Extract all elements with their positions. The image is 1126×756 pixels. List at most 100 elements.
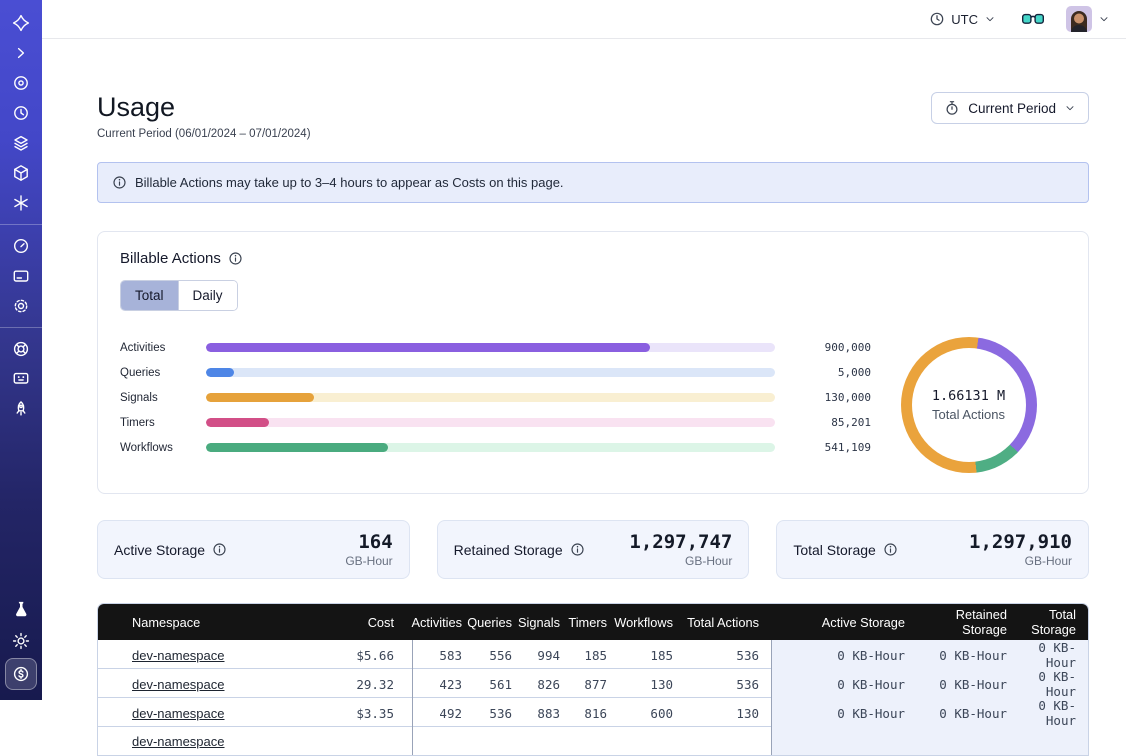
sidebar-divider bbox=[0, 224, 42, 225]
table-row: dev-namespace$3.354925368838166001300 KB… bbox=[98, 698, 1088, 727]
info-icon[interactable] bbox=[212, 542, 227, 557]
sidebar-item-gear[interactable] bbox=[6, 291, 36, 321]
glasses-icon[interactable] bbox=[1022, 13, 1044, 26]
sidebar-item-cube[interactable] bbox=[6, 158, 36, 188]
temporal-logo-icon bbox=[12, 14, 30, 32]
table-cell-total_storage: 0 KB-Hour bbox=[1019, 698, 1088, 728]
storage-card-unit: GB-Hour bbox=[969, 554, 1072, 568]
bar-label: Signals bbox=[120, 392, 194, 404]
chevron-down-icon bbox=[1098, 13, 1110, 25]
sidebar-item-dollar-coin[interactable] bbox=[5, 658, 37, 690]
period-select-button[interactable]: Current Period bbox=[931, 92, 1089, 124]
sidebar-item-temporal-logo[interactable] bbox=[6, 8, 36, 38]
sidebar-item-layers[interactable] bbox=[6, 128, 36, 158]
info-banner-text: Billable Actions may take up to 3–4 hour… bbox=[135, 175, 564, 190]
table-cell-total_actions: 536 bbox=[685, 669, 771, 699]
bar-row-workflows: Workflows541,109 bbox=[120, 435, 871, 460]
bar-row-activities: Activities900,000 bbox=[120, 335, 871, 360]
bar-fill bbox=[206, 343, 650, 352]
sidebar-item-namespaces-spiral[interactable] bbox=[6, 68, 36, 98]
table-cell-queries bbox=[474, 727, 524, 755]
storage-card-unit: GB-Hour bbox=[345, 554, 392, 568]
table-cell-signals: 826 bbox=[524, 669, 572, 699]
tab-daily[interactable]: Daily bbox=[178, 281, 237, 310]
storage-summary-row: Active Storage164GB-HourRetained Storage… bbox=[97, 520, 1089, 579]
sidebar-item-expand-chevron[interactable] bbox=[6, 38, 36, 68]
bar-fill bbox=[206, 393, 314, 402]
chevron-down-icon bbox=[1064, 102, 1076, 114]
layers-icon bbox=[12, 134, 30, 152]
account-menu[interactable] bbox=[1066, 6, 1110, 32]
table-cell-cost: $5.66 bbox=[316, 640, 412, 670]
sidebar-group bbox=[0, 231, 42, 321]
namespaces-spiral-icon bbox=[12, 74, 30, 92]
table-cell-total_actions: 130 bbox=[685, 698, 771, 728]
table-cell-active_storage bbox=[771, 727, 917, 755]
sidebar-item-asterisk[interactable] bbox=[6, 188, 36, 218]
page-title: Usage bbox=[97, 91, 311, 123]
column-header-namespace: Namespace bbox=[98, 604, 316, 640]
bar-value: 541,109 bbox=[787, 441, 871, 454]
column-header-active_storage: Active Storage bbox=[771, 604, 917, 640]
clock-icon bbox=[929, 11, 945, 27]
sidebar-item-rocket[interactable] bbox=[6, 394, 36, 424]
storage-card-label: Total Storage bbox=[793, 542, 876, 558]
column-header-retained_storage: Retained Storage bbox=[917, 604, 1019, 640]
sidebar-group bbox=[0, 8, 42, 218]
bar-value: 5,000 bbox=[787, 366, 871, 379]
sidebar-item-lab-flask[interactable] bbox=[6, 594, 36, 624]
namespace-usage-table: NamespaceCostActivitiesQueriesSignalsTim… bbox=[97, 603, 1089, 756]
bar-value: 130,000 bbox=[787, 391, 871, 404]
storage-card-value: 1,297,747 bbox=[629, 531, 732, 553]
storage-card-label: Retained Storage bbox=[454, 542, 563, 558]
table-row: dev-namespace$5.665835569941851855360 KB… bbox=[98, 640, 1088, 669]
storage-card-value: 164 bbox=[345, 531, 392, 553]
column-header-timers: Timers bbox=[572, 604, 619, 640]
table-cell-retained_storage bbox=[917, 727, 1019, 755]
storage-card-label: Active Storage bbox=[114, 542, 205, 558]
table-header-row: NamespaceCostActivitiesQueriesSignalsTim… bbox=[98, 604, 1088, 640]
table-cell-active_storage: 0 KB-Hour bbox=[771, 669, 917, 699]
table-cell-workflows: 130 bbox=[619, 669, 685, 699]
timezone-label: UTC bbox=[951, 12, 978, 27]
sidebar-item-billing-card[interactable] bbox=[6, 261, 36, 291]
donut-total-label: Total Actions bbox=[932, 407, 1005, 422]
sun-icon bbox=[12, 632, 30, 650]
total-storage-card: Total Storage 1,297,910GB-Hour bbox=[776, 520, 1089, 579]
avatar[interactable] bbox=[1066, 6, 1092, 32]
donut-center: 1.66131 M Total Actions bbox=[912, 348, 1026, 462]
expand-chevron-icon bbox=[12, 44, 30, 62]
bar-value: 85,201 bbox=[787, 416, 871, 429]
table-cell-namespace: dev-namespace bbox=[98, 727, 316, 755]
billable-actions-card: Billable Actions TotalDaily Activities90… bbox=[97, 231, 1089, 494]
sidebar-item-sun[interactable] bbox=[6, 626, 36, 656]
sidebar-bottom-group bbox=[5, 594, 37, 690]
storage-card-value: 1,297,910 bbox=[969, 531, 1072, 553]
info-banner: Billable Actions may take up to 3–4 hour… bbox=[97, 162, 1089, 203]
sidebar-item-history-clock[interactable] bbox=[6, 98, 36, 128]
sidebar-item-life-ring[interactable] bbox=[6, 334, 36, 364]
namespace-link[interactable]: dev-namespace bbox=[132, 706, 225, 721]
timezone-selector[interactable]: UTC bbox=[929, 11, 996, 27]
donut-total-value: 1.66131 M bbox=[932, 388, 1005, 404]
namespace-link[interactable]: dev-namespace bbox=[132, 648, 225, 663]
life-ring-icon bbox=[12, 340, 30, 358]
info-icon[interactable] bbox=[883, 542, 898, 557]
namespace-link[interactable]: dev-namespace bbox=[132, 677, 225, 692]
info-icon[interactable] bbox=[228, 251, 243, 266]
table-cell-queries: 536 bbox=[474, 698, 524, 728]
asterisk-icon bbox=[12, 194, 30, 212]
tab-total[interactable]: Total bbox=[121, 281, 178, 310]
bar-track bbox=[206, 443, 775, 452]
sidebar-item-gauge[interactable] bbox=[6, 231, 36, 261]
namespace-link[interactable]: dev-namespace bbox=[132, 734, 225, 749]
main-area: UTC Usage Current Period (06/01/2024 – 0… bbox=[42, 0, 1126, 700]
table-cell-activities: 492 bbox=[412, 698, 474, 728]
bar-fill bbox=[206, 368, 234, 377]
period-button-label: Current Period bbox=[968, 101, 1056, 116]
info-icon[interactable] bbox=[570, 542, 585, 557]
table-cell-retained_storage: 0 KB-Hour bbox=[917, 640, 1019, 670]
info-icon bbox=[112, 175, 127, 190]
table-cell-workflows bbox=[619, 727, 685, 755]
sidebar-item-feedback-monitor[interactable] bbox=[6, 364, 36, 394]
